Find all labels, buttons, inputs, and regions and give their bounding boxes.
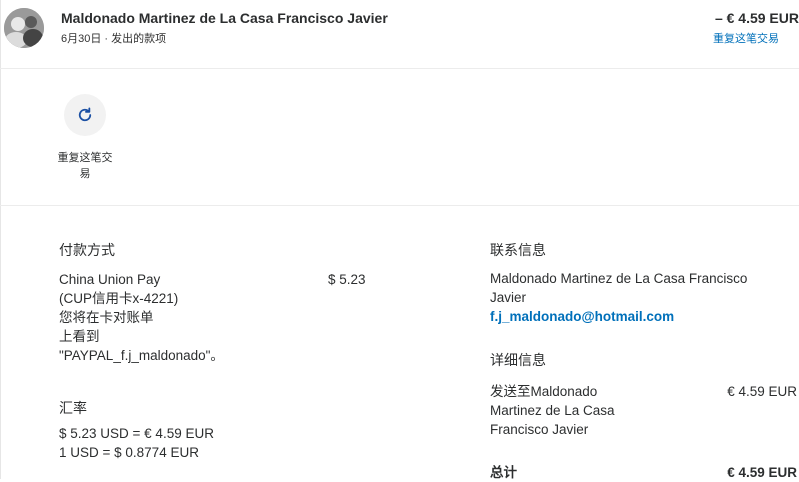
transaction-type: 发出的款项 [111,33,167,45]
sent-to-line2: Martinez de La Casa [490,403,615,418]
exchange-rate-title: 汇率 [59,400,87,416]
repeat-label-line1: 重复这笔交 [57,152,113,164]
exchange-rate: 1 USD = $ 0.8774 EUR [59,445,199,460]
sent-to-line1: 发送至Maldonado [490,384,598,399]
payment-amount: $ 5.23 [328,272,366,287]
contact-email-link[interactable]: f.j_maldonado@hotmail.com [490,309,674,324]
avatar [4,8,44,48]
exchange-rate-details: $ 5.23 USD = € 4.59 EUR 1 USD = $ 0.8774… [59,424,214,462]
statement-note-1: 您将在卡对账单 [59,310,154,325]
payment-method-title: 付款方式 [59,242,115,258]
total-label: 总计 [490,465,517,480]
transaction-date: 6月30日 [61,33,102,45]
sent-to-line3: Francisco Javier [490,422,589,437]
sent-amount: € 4.59 EUR [727,384,797,399]
card-number: (CUP信用卡x-4221) [59,291,179,306]
user-avatar-icon [4,8,44,48]
repeat-transaction-label: 重复这笔交 易 [50,150,120,182]
contact-name-line1: Maldonado Martinez de La Casa Francisco [490,271,748,286]
divider [0,205,799,206]
card-network: China Union Pay [59,272,161,287]
total-amount: € 4.59 EUR [727,465,797,480]
divider [0,68,799,69]
separator: · [104,33,109,45]
repeat-transaction-button[interactable] [64,94,106,136]
statement-descriptor: "PAYPAL_f.j_maldonado"。 [59,348,224,363]
sent-to: 发送至Maldonado Martinez de La Casa Francis… [490,382,615,439]
contact-name-line2: Javier [490,290,527,305]
merchant-name: Maldonado Martinez de La Casa Francisco … [61,10,388,26]
transaction-amount: – € 4.59 EUR [714,10,799,26]
transaction-subline: 6月30日 · 发出的款项 [61,30,166,46]
statement-note-2: 上看到 [59,329,100,344]
exchange-conversion: $ 5.23 USD = € 4.59 EUR [59,426,214,441]
refresh-icon [78,107,92,122]
details-title: 详细信息 [490,352,546,368]
repeat-label-line2: 易 [79,168,91,180]
payment-method-details: China Union Pay (CUP信用卡x-4221) 您将在卡对账单 上… [59,270,309,365]
contact-info-title: 联系信息 [490,242,546,258]
page-edge [0,0,1,479]
contact-name: Maldonado Martinez de La Casa Francisco … [490,269,747,307]
repeat-transaction-link[interactable]: 重复这笔交易 [713,30,779,46]
